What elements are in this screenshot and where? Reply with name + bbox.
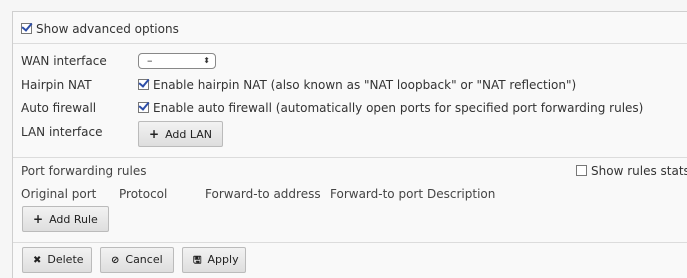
hairpin-nat-label: Hairpin NAT [21, 78, 92, 92]
wan-interface-label: WAN interface [21, 54, 107, 68]
column-header-forward-to-port: Forward-to port [330, 187, 424, 201]
advanced-options-panel: Show advanced options WAN interface – ⬍ … [12, 11, 687, 278]
show-rules-stats[interactable]: Show rules stats [576, 164, 687, 178]
separator [13, 43, 687, 44]
separator [13, 157, 687, 158]
hairpin-nat-checkbox[interactable] [138, 79, 149, 90]
column-header-original-port: Original port [21, 187, 97, 201]
cancel-icon: ⊘ [111, 255, 120, 266]
lan-interface-label: LAN interface [21, 125, 103, 139]
wan-interface-value: – [147, 54, 153, 67]
column-header-description: Description [427, 187, 496, 201]
show-advanced-label: Show advanced options [36, 22, 179, 36]
apply-button[interactable]: 🖫 Apply [182, 247, 246, 273]
wan-interface-select[interactable]: – ⬍ [138, 53, 216, 69]
separator [13, 242, 687, 243]
apply-label: Apply [207, 253, 239, 266]
select-arrows-icon: ⬍ [203, 56, 210, 65]
auto-firewall-option-label: Enable auto firewall (automatically open… [153, 101, 644, 115]
column-header-protocol: Protocol [119, 187, 168, 201]
add-rule-label: Add Rule [49, 213, 98, 226]
delete-button[interactable]: ✖ Delete [22, 247, 92, 273]
hairpin-nat-option[interactable]: Enable hairpin NAT (also known as "NAT l… [138, 78, 576, 92]
add-lan-label: Add LAN [165, 128, 212, 141]
auto-firewall-label: Auto firewall [21, 101, 97, 115]
add-rule-button[interactable]: + Add Rule [22, 206, 109, 232]
auto-firewall-checkbox[interactable] [138, 102, 149, 113]
show-advanced-options[interactable]: Show advanced options [21, 22, 179, 36]
port-forwarding-title: Port forwarding rules [21, 164, 147, 178]
auto-firewall-option[interactable]: Enable auto firewall (automatically open… [138, 101, 643, 115]
save-icon: 🖫 [193, 255, 202, 266]
cancel-label: Cancel [125, 253, 163, 266]
show-advanced-checkbox[interactable] [21, 23, 32, 34]
show-rules-stats-checkbox[interactable] [576, 165, 587, 176]
delete-icon: ✖ [33, 255, 42, 266]
plus-icon: + [149, 127, 160, 141]
delete-label: Delete [47, 253, 84, 266]
add-lan-button[interactable]: + Add LAN [138, 121, 223, 147]
column-header-forward-to-address: Forward-to address [205, 187, 321, 201]
cancel-button[interactable]: ⊘ Cancel [100, 247, 174, 273]
plus-icon: + [33, 212, 44, 226]
hairpin-nat-option-label: Enable hairpin NAT (also known as "NAT l… [153, 78, 577, 92]
show-rules-stats-label: Show rules stats [591, 164, 687, 178]
